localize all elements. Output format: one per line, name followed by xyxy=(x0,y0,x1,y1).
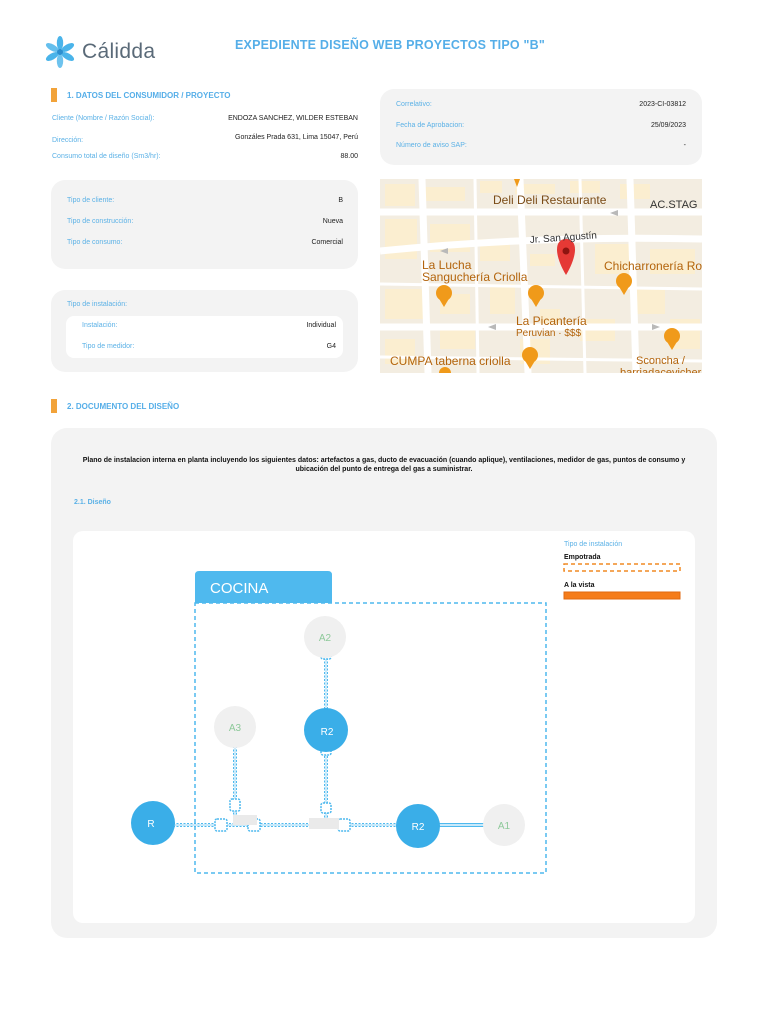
client-value: ENDOZA SANCHEZ, WILDER ESTEBAN xyxy=(228,115,358,122)
section-1-header: 1. DATOS DEL CONSUMIDOR / PROYECTO xyxy=(51,88,230,102)
medidor-label: Tipo de medidor: xyxy=(82,343,135,350)
room-label: COCINA xyxy=(210,580,268,597)
approval-value: 25/09/2023 xyxy=(650,122,686,129)
map-label-lucha-sub: Sanguchería Criolla xyxy=(422,270,528,284)
pipe-fittings xyxy=(158,646,436,832)
page-title: EXPEDIENTE DISEÑO WEB PROYECTOS TIPO "B" xyxy=(235,38,545,52)
map-label-picanteria: La Picantería xyxy=(516,314,587,328)
node-a1-label: A1 xyxy=(498,821,511,832)
approval-label: Fecha de Aprobacion: xyxy=(396,122,465,129)
address-label: Dirección: xyxy=(52,137,84,144)
section-1-title: 1. DATOS DEL CONSUMIDOR / PROYECTO xyxy=(67,90,231,100)
map-label-sconcha-sub: barriadacevichera xyxy=(620,367,702,373)
consumption-row: Consumo total de diseño (Sm3/hr): 88.00 xyxy=(52,153,358,160)
medidor-value: G4 xyxy=(326,343,336,350)
sap-row: Número de aviso SAP: - xyxy=(396,142,686,149)
node-a2-label: A2 xyxy=(319,633,332,644)
correlativo-value: 2023-CI-03812 xyxy=(639,101,686,108)
tipo-cliente-value: B xyxy=(338,197,343,204)
address-value: Gonzáles Prada 631, Lima 15047, Perú xyxy=(235,134,358,141)
correlativo-row: Correlativo: 2023-CI-03812 xyxy=(396,101,686,108)
legend-visible-label: A la vista xyxy=(564,582,595,589)
legend-visible-swatch xyxy=(563,591,681,600)
calidda-flower-icon xyxy=(45,36,75,68)
location-map[interactable]: Deli Deli Restaurante AC.STAG Jr. San Ag… xyxy=(380,179,702,373)
section-marker xyxy=(51,399,57,413)
medidor-row: Tipo de medidor: G4 xyxy=(82,343,336,350)
sap-label: Número de aviso SAP: xyxy=(396,142,467,149)
legend-embedded-label: Empotrada xyxy=(564,554,601,561)
address-row: Dirección: Gonzáles Prada 631, Lima 1504… xyxy=(52,134,358,144)
section-2-title: 2. DOCUMENTO DEL DISEÑO xyxy=(67,401,180,411)
client-label: Cliente (Nombre / Razón Social): xyxy=(52,115,155,122)
tipo-construccion-value: Nueva xyxy=(322,218,343,225)
instalacion-label: Instalación: xyxy=(82,322,118,329)
tipo-cliente-row: Tipo de cliente: B xyxy=(67,197,343,204)
consumption-label: Consumo total de diseño (Sm3/hr): xyxy=(52,153,161,160)
node-r-left-label: R xyxy=(147,819,154,830)
node-a3-label: A3 xyxy=(229,723,242,734)
instalacion-value: Individual xyxy=(306,322,336,329)
instalacion-row: Instalación: Individual xyxy=(82,322,336,329)
tipo-consumo-value: Comercial xyxy=(311,239,343,246)
calidda-logo: Cálidda xyxy=(42,34,155,70)
tipo-consumo-label: Tipo de consumo: xyxy=(67,239,123,246)
section-marker xyxy=(51,88,57,102)
consumption-value: 88.00 xyxy=(340,153,358,160)
map-label-chicharroneria: Chicharronería Ro xyxy=(604,259,702,273)
map-label-acstag: AC.STAG xyxy=(650,199,697,211)
section-2-header: 2. DOCUMENTO DEL DISEÑO xyxy=(51,399,179,413)
correlativo-label: Correlativo: xyxy=(396,101,432,108)
sap-value: - xyxy=(683,142,686,149)
tipo-construccion-label: Tipo de construcción: xyxy=(67,218,134,225)
approval-row: Fecha de Aprobacion: 25/09/2023 xyxy=(396,122,686,129)
design-sublabel: 2.1. Diseño xyxy=(74,499,111,506)
map-label-deli: Deli Deli Restaurante xyxy=(493,193,607,207)
client-row: Cliente (Nombre / Razón Social): ENDOZA … xyxy=(52,115,358,122)
node-r2-top-label: R2 xyxy=(321,727,334,738)
map-canvas: Deli Deli Restaurante AC.STAG Jr. San Ag… xyxy=(380,179,702,373)
tipo-cliente-label: Tipo de cliente: xyxy=(67,197,115,204)
tipo-consumo-row: Tipo de consumo: Comercial xyxy=(67,239,343,246)
map-label-picanteria-sub: Peruvian · $$$ xyxy=(516,328,581,339)
node-r2-right-label: R2 xyxy=(412,822,425,833)
map-label-cumpa: CUMPA taberna criolla xyxy=(390,354,511,368)
legend-title: Tipo de instalación xyxy=(564,541,622,548)
logo-text: Cálidda xyxy=(82,40,156,63)
installation-title: Tipo de instalación: xyxy=(67,301,128,308)
design-diagram: COCINA A2 R2 A3 R R2 A1 Tipo de instalac… xyxy=(73,531,695,923)
legend-embedded-swatch xyxy=(563,563,681,572)
design-description: Plano de instalacion interna en planta i… xyxy=(82,457,686,473)
installation-diagram: COCINA A2 R2 A3 R R2 A1 Tipo de instalac… xyxy=(131,541,681,874)
tipo-construccion-row: Tipo de construcción: Nueva xyxy=(67,218,343,225)
map-label-sconcha: Sconcha / xyxy=(636,355,686,367)
